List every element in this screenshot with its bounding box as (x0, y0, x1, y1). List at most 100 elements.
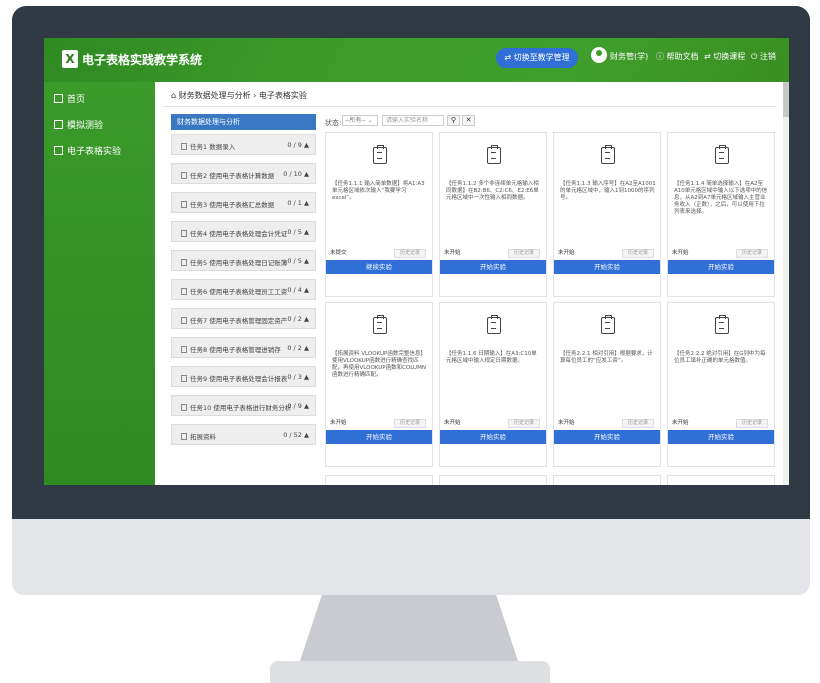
task-label: 任务9 使用电子表格处理会计报表 (181, 373, 287, 383)
history-button[interactable]: 历史记录 (622, 249, 654, 258)
task-item[interactable]: 任务8 使用电子表格管理进销存 0 / 2 ▲ (171, 337, 316, 358)
task-label: 拓展资料 (181, 431, 216, 441)
task-item[interactable]: 任务10 使用电子表格进行财务分析 0 / 9 ▲ (171, 395, 316, 416)
task-progress: 0 / 9 ▲ (287, 141, 309, 149)
breadcrumb-item-course[interactable]: 财务数据处理与分析 (179, 91, 251, 100)
user-name[interactable]: 财务管(学) (610, 51, 648, 62)
task-label-text: 任务1 数据录入 (190, 143, 236, 151)
task-count: 0 / 5 (287, 257, 302, 265)
start-experiment-button[interactable]: 开始实验 (554, 260, 660, 274)
card-description: 【任务2.2.2 绝对引用】在G列中为每位员工填补正确的单元格数值。 (674, 351, 766, 364)
card-status: 未开始 (444, 420, 461, 426)
collapse-icon[interactable]: ▲ (304, 373, 309, 381)
history-button[interactable]: 历史记录 (622, 419, 654, 428)
task-label-text: 任务7 使用电子表格管理固定资产 (190, 317, 288, 325)
history-button[interactable]: 历史记录 (736, 419, 768, 428)
task-item[interactable]: 任务1 数据录入 0 / 9 ▲ (171, 134, 316, 155)
task-group-header[interactable]: 财务数据处理与分析 (171, 114, 316, 130)
home-icon[interactable]: ⌂ (171, 91, 176, 100)
clipboard-icon (601, 315, 615, 334)
sidebar-item-home[interactable]: 首页 (54, 92, 85, 105)
home-icon (54, 94, 63, 103)
task-label-text: 任务9 使用电子表格处理会计报表 (190, 375, 288, 383)
history-button[interactable]: 历史记录 (508, 249, 540, 258)
switch-to-teaching-button[interactable]: ⇄ 切换至教学管理 (496, 48, 578, 68)
close-icon[interactable]: ✕ (462, 115, 475, 126)
clipboard-icon (373, 315, 387, 334)
document-icon (181, 201, 187, 208)
collapse-icon[interactable]: ▲ (304, 431, 309, 439)
task-item[interactable]: 任务4 使用电子表格处理会计凭证 0 / 5 ▲ (171, 221, 316, 242)
clipboard-icon (487, 145, 501, 164)
collapse-icon[interactable]: ▲ (304, 141, 309, 149)
task-label-text: 任务4 使用电子表格处理会计凭证 (190, 230, 288, 238)
collapse-icon[interactable]: ▲ (304, 402, 309, 410)
history-button[interactable]: 历史记录 (736, 249, 768, 258)
sidebar-item-quiz[interactable]: 模拟测验 (54, 118, 103, 131)
sidebar-item-spreadsheet-lab[interactable]: 电子表格实验 (54, 144, 121, 157)
document-icon (181, 433, 187, 440)
task-item[interactable]: 任务2 使用电子表格计算数据 0 / 10 ▲ (171, 163, 316, 184)
collapse-icon[interactable]: ▲ (304, 170, 309, 178)
app-screen: X 电子表格实践教学系统 ⇄ 切换至教学管理 财务管(学) ⓘ 帮助文档 ⇄ 切… (44, 38, 789, 485)
task-item[interactable]: 任务6 使用电子表格处理员工工资 0 / 4 ▲ (171, 279, 316, 300)
task-label-text: 任务6 使用电子表格处理员工工资 (190, 288, 288, 296)
search-input[interactable]: 请输入实验名称 (382, 115, 444, 126)
card-description: 【任务1.1.1 输入简单数据】将A1:A3单元格区域依次输入“我要学习exce… (332, 181, 425, 201)
search-icon[interactable]: ⚲ (447, 115, 460, 126)
task-label: 任务10 使用电子表格进行财务分析 (181, 402, 291, 412)
history-button[interactable]: 历史记录 (394, 419, 426, 428)
document-icon (181, 317, 187, 324)
task-progress: 0 / 2 ▲ (287, 344, 309, 352)
scrollbar[interactable] (783, 82, 789, 485)
collapse-icon[interactable]: ▲ (304, 286, 309, 294)
excel-logo-icon: X (62, 50, 78, 68)
scrollbar-thumb[interactable] (783, 82, 789, 117)
start-experiment-button[interactable]: 开始实验 (668, 260, 774, 274)
spreadsheet-icon (54, 146, 63, 155)
task-count: 0 / 5 (287, 228, 302, 236)
main-content: ⌂ 财务数据处理与分析 › 电子表格实验 财务数据处理与分析 任务1 数据录入 0… (155, 82, 789, 485)
experiment-card: 【任务1.1.2 多个非连续单元格输入相同数据】在B2:B6、C2:C6、E2:… (439, 132, 547, 297)
task-item[interactable]: 任务3 使用电子表格汇总数据 0 / 1 ▲ (171, 192, 316, 213)
start-experiment-button[interactable]: 开始实验 (440, 430, 546, 444)
top-header: X 电子表格实践教学系统 ⇄ 切换至教学管理 财务管(学) ⓘ 帮助文档 ⇄ 切… (44, 38, 789, 82)
status-select-value: --所有-- (345, 117, 366, 124)
task-count: 0 / 2 (287, 315, 302, 323)
sidebar-item-label: 首页 (67, 95, 86, 105)
left-sidebar: 首页 模拟测验 电子表格实验 (44, 82, 155, 485)
history-button[interactable]: 历史记录 (508, 419, 540, 428)
collapse-icon[interactable]: ▲ (304, 257, 309, 265)
task-count: 0 / 52 (283, 431, 302, 439)
start-experiment-button[interactable]: 开始实验 (440, 260, 546, 274)
user-avatar-icon[interactable] (591, 47, 607, 63)
task-progress: 0 / 52 ▲ (283, 431, 309, 439)
collapse-icon[interactable]: ▲ (304, 228, 309, 236)
task-item[interactable]: 任务5 使用电子表格处理日记账簿 0 / 5 ▲ (171, 250, 316, 271)
experiment-card: 【任务1.1.3 输入序号】在A2至A1001的单元格区域中，输入1到1000的… (553, 132, 661, 297)
logout-link[interactable]: ⏻ 注销 (751, 51, 776, 62)
start-experiment-button[interactable]: 开始实验 (668, 430, 774, 444)
card-status: 未提交 (330, 250, 347, 256)
breadcrumb-item-current: 电子表格实验 (258, 91, 307, 100)
task-item[interactable]: 拓展资料 0 / 52 ▲ (171, 424, 316, 445)
start-experiment-button[interactable]: 开始实验 (554, 430, 660, 444)
task-label-text: 任务2 使用电子表格计算数据 (190, 172, 275, 180)
collapse-icon[interactable]: ▲ (304, 315, 309, 323)
status-filter-select[interactable]: --所有-- ⌄ (342, 115, 378, 126)
collapse-icon[interactable]: ▲ (304, 199, 309, 207)
collapse-icon[interactable]: ▲ (304, 344, 309, 352)
start-experiment-button[interactable]: 开始实验 (326, 430, 432, 444)
task-progress: 0 / 10 ▲ (283, 170, 309, 178)
task-item[interactable]: 任务7 使用电子表格管理固定资产 0 / 2 ▲ (171, 308, 316, 329)
history-button[interactable]: 历史记录 (394, 249, 426, 258)
document-icon (181, 230, 187, 237)
start-experiment-button[interactable]: 继续实验 (326, 260, 432, 274)
card-status: 未开始 (558, 420, 575, 426)
task-item[interactable]: 任务9 使用电子表格处理会计报表 0 / 3 ▲ (171, 366, 316, 387)
help-link[interactable]: ⓘ 帮助文档 (656, 51, 699, 62)
card-description: 【任务2.2.1 相对引用】根据要求，计算每位员工的“应发工资”。 (560, 351, 653, 364)
switch-course-link[interactable]: ⇄ 切换课程 (704, 51, 745, 62)
document-icon (181, 375, 187, 382)
task-progress: 0 / 1 ▲ (287, 199, 309, 207)
